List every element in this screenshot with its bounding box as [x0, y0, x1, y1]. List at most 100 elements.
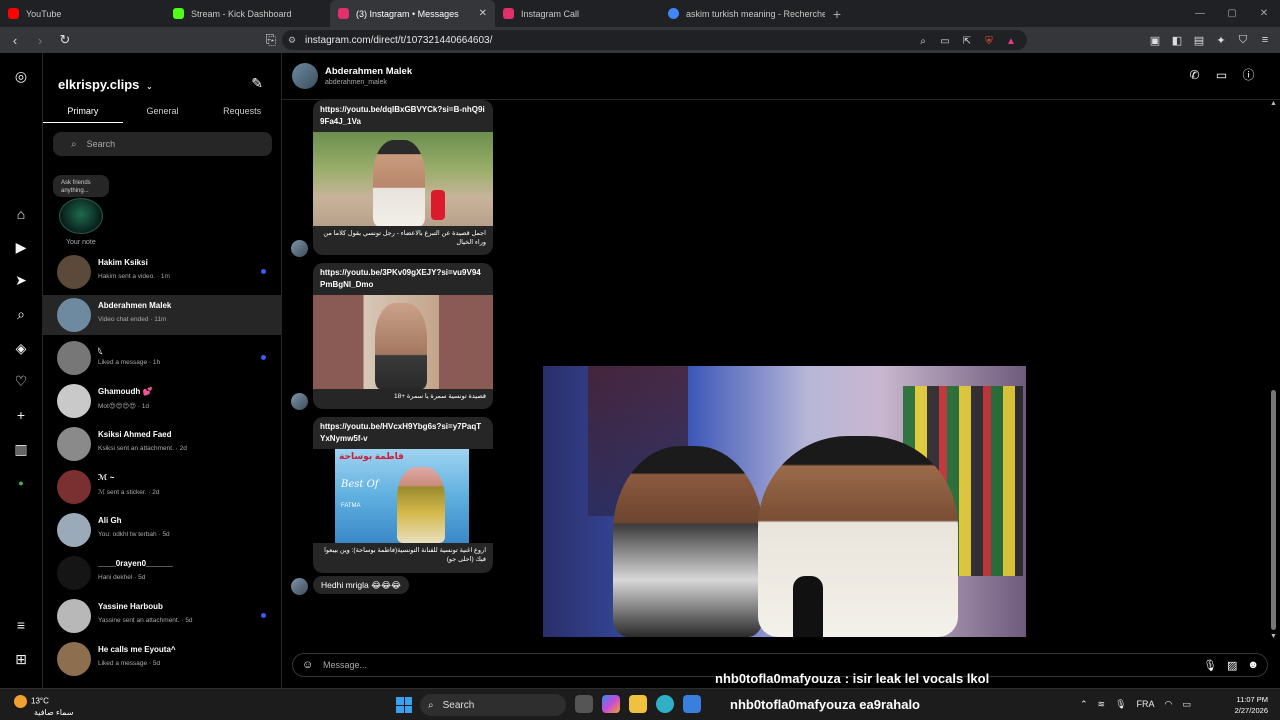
scroll-down-icon[interactable]: ▼ [1270, 633, 1277, 640]
taskbar-search[interactable]: ⌕ Search [420, 694, 566, 716]
weather-widget[interactable]: 13°C سماء صافية [14, 695, 74, 718]
back-icon[interactable]: ‹ [5, 30, 25, 50]
cast-icon[interactable]: ▭ [937, 33, 953, 49]
info-icon[interactable]: ⓘ [1241, 67, 1256, 82]
shared-link-message[interactable]: https://youtu.be/dqlBxGBVYCk?si=B-nhQ9i9… [313, 100, 493, 255]
windows-start-icon[interactable] [396, 697, 412, 713]
chat-scrollbar[interactable]: ▲ ▼ [1268, 100, 1280, 640]
create-icon[interactable]: + [11, 405, 31, 425]
profile-avatar-icon[interactable]: ● [11, 473, 31, 493]
home-icon[interactable]: ⌂ [11, 204, 31, 224]
tab-requests[interactable]: Requests [202, 101, 282, 123]
conversation-item[interactable]: ____0rayen0______ Hani dekhel · 5d [43, 553, 282, 593]
shared-link-message[interactable]: https://youtu.be/HVcxH9Ybg6s?si=y7PaqTYx… [313, 417, 493, 573]
tab-general[interactable]: General [123, 101, 203, 123]
account-switcher[interactable]: elkrispy.clips ⌄ [58, 77, 153, 92]
menu-icon[interactable]: ≡ [1256, 30, 1274, 50]
video-thumbnail[interactable] [313, 295, 493, 389]
leo-ai-icon[interactable]: ✦ [1212, 30, 1230, 50]
conversation-item[interactable]: Ali Gh You: odkhl tw terbah · 5d [43, 510, 282, 550]
my-note-avatar[interactable] [59, 198, 103, 234]
search-icon[interactable]: ⌕ [11, 304, 31, 324]
instagram-logo-icon[interactable]: ◎ [11, 66, 31, 86]
reload-icon[interactable]: ↻ [55, 30, 75, 50]
video-thumbnail[interactable]: فاطمة بوساحة Best Of FATMA [313, 449, 493, 543]
sticker-icon[interactable]: ☻ [1247, 659, 1259, 672]
notifications-icon[interactable]: ♡ [11, 371, 31, 391]
tab-primary[interactable]: Primary [43, 101, 123, 123]
sender-avatar[interactable] [291, 578, 308, 595]
zoom-icon[interactable]: ⌕ [915, 33, 931, 49]
address-bar[interactable]: ⚙ instagram.com/direct/t/107321440664603… [282, 30, 1027, 50]
new-tab-button[interactable]: + [825, 0, 849, 27]
video-call-icon[interactable]: ▭ [1214, 67, 1229, 82]
share-icon[interactable]: ⇱ [959, 33, 975, 49]
conversation-item[interactable]: Abderahmen Malek Video chat ended · 11m [43, 295, 282, 335]
message-link[interactable]: https://youtu.be/3PKv09gXEJY?si=vu9V94Pm… [313, 263, 493, 295]
conversation-item[interactable]: He calls me Eyouta^ Liked a message · 5d [43, 639, 282, 679]
conversation-item[interactable]: Ghamoudh 💕 Mot😍😍😍😍 · 1d [43, 381, 282, 421]
scroll-up-icon[interactable]: ▲ [1270, 100, 1277, 107]
store-icon[interactable] [683, 695, 701, 713]
clock[interactable]: 11:07 PM 2/27/2026 [1235, 694, 1268, 716]
messages-icon[interactable]: ➤ [11, 270, 31, 290]
wifi-icon[interactable]: ◠ [1165, 699, 1173, 710]
reels-icon[interactable]: ▶ [11, 237, 31, 257]
wallet-icon[interactable]: ▤ [1190, 30, 1208, 50]
shared-link-message[interactable]: https://youtu.be/3PKv09gXEJY?si=vu9V94Pm… [313, 263, 493, 409]
scrollbar-thumb[interactable] [1271, 390, 1276, 630]
task-view-icon[interactable] [575, 695, 593, 713]
conversation-item[interactable]: 𓆩 Liked a message · 1h [43, 338, 282, 378]
conversation-name: Yassine Harboub [98, 602, 163, 611]
message-link[interactable]: https://youtu.be/dqlBxGBVYCk?si=B-nhQ9i9… [313, 100, 493, 132]
tab-instagram-messages[interactable]: (3) Instagram • Messages ✕ [330, 0, 495, 27]
microphone-icon[interactable]: 🎙 [1203, 659, 1217, 672]
forward-icon[interactable]: › [30, 30, 50, 50]
brave-rewards-icon[interactable]: ▲ [1003, 33, 1019, 49]
edge-icon[interactable] [656, 695, 674, 713]
tab-kick-dashboard[interactable]: Stream - Kick Dashboard [165, 0, 330, 27]
new-message-icon[interactable]: ✎ [251, 75, 263, 92]
tab-google-search[interactable]: askim turkish meaning - Recherche G [660, 0, 825, 27]
conversation-item[interactable]: ℳ ~ ℳ sent a sticker. · 2d [43, 467, 282, 507]
vpn-icon[interactable]: ⛉ [1234, 30, 1252, 50]
conversation-item[interactable]: Yassine Harboub Yassine sent an attachmen… [43, 596, 282, 636]
sidebar-icon[interactable]: ▣ [1146, 30, 1164, 50]
chat-contact-name[interactable]: Abderahmen Malek [325, 66, 412, 77]
more-menu-icon[interactable]: ≡ [11, 615, 31, 635]
site-info-icon[interactable]: ⚙ [288, 35, 296, 46]
text-message[interactable]: Hedhi mrigla 😂😂😂 [313, 576, 409, 594]
bookmark-icon[interactable]: ⎘ [261, 30, 281, 50]
sender-avatar[interactable] [291, 393, 308, 410]
message-link[interactable]: https://youtu.be/HVcxH9Ybg6s?si=y7PaqTYx… [313, 417, 493, 449]
sender-avatar[interactable] [291, 240, 308, 257]
conversation-item[interactable]: Hakim Ksiksi Hakim sent a video. · 1m [43, 252, 282, 292]
brave-shield-icon[interactable]: ⛨ [981, 33, 997, 49]
copilot-icon[interactable] [602, 695, 620, 713]
battery-icon[interactable]: ▭ [1182, 699, 1191, 710]
microphone-icon[interactable]: 🎙 [1115, 699, 1126, 710]
tab-instagram-call[interactable]: Instagram Call [495, 0, 660, 27]
phone-call-icon[interactable]: ✆ [1187, 67, 1202, 82]
network-icon[interactable]: ≋ [1098, 699, 1106, 710]
minimize-icon[interactable]: — [1184, 0, 1216, 27]
maximize-icon[interactable]: ▢ [1216, 0, 1248, 27]
emoji-icon[interactable]: ☺ [302, 659, 313, 671]
search-input[interactable]: ⌕ Search [53, 132, 272, 156]
file-explorer-icon[interactable] [629, 695, 647, 713]
image-upload-icon[interactable]: ▨ [1227, 659, 1237, 672]
close-tab-icon[interactable]: ✕ [479, 8, 487, 19]
video-thumbnail[interactable] [313, 132, 493, 226]
tab-youtube[interactable]: YouTube [0, 0, 165, 27]
close-window-icon[interactable]: ✕ [1248, 0, 1280, 27]
dashboard-icon[interactable]: ▥ [11, 439, 31, 459]
input-language[interactable]: FRA [1137, 699, 1155, 710]
conversation-item[interactable]: Ksiksi Ahmed Faed Ksiksi sent an attachme… [43, 424, 282, 464]
chevron-up-icon[interactable]: ⌃ [1080, 699, 1088, 710]
split-view-icon[interactable]: ◧ [1168, 30, 1186, 50]
note-bubble[interactable]: Ask friends anything... [53, 175, 109, 197]
meta-apps-icon[interactable]: ⊞ [11, 649, 31, 669]
chat-avatar[interactable] [292, 63, 318, 89]
explore-icon[interactable]: ◈ [11, 338, 31, 358]
instagram-icon [503, 8, 514, 19]
